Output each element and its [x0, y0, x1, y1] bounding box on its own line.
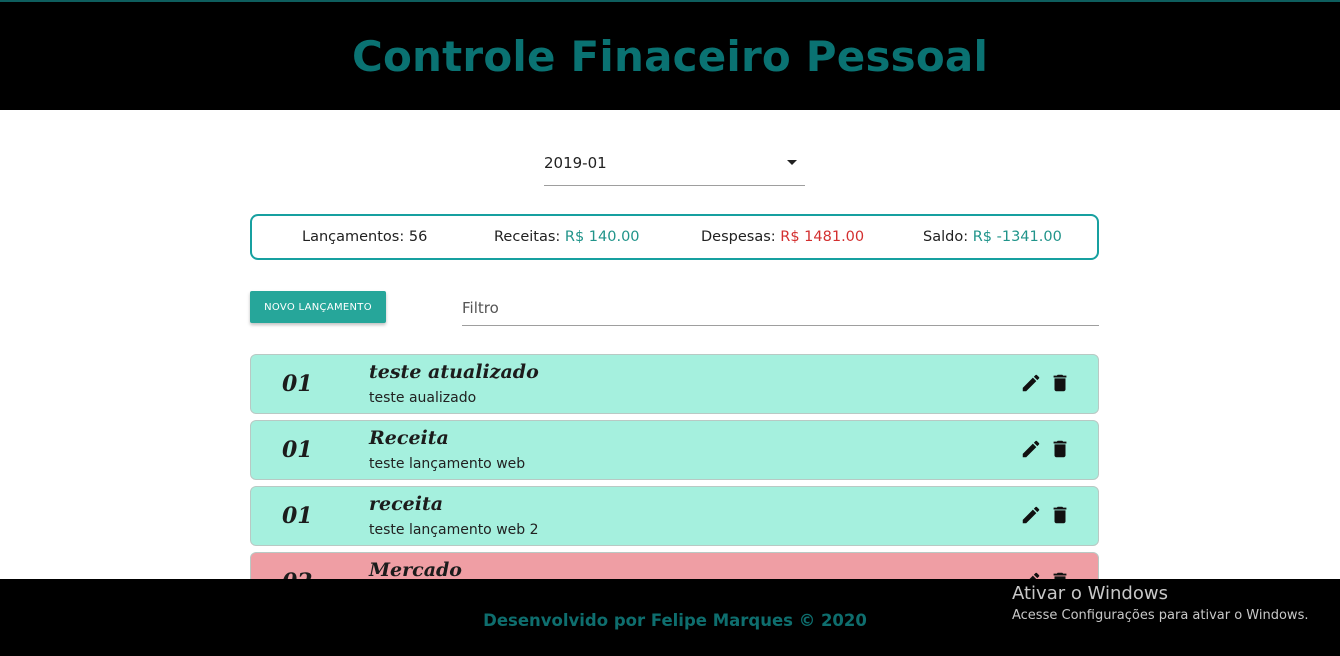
pencil-icon[interactable] — [1020, 372, 1042, 394]
summary-balance: Saldo: R$ -1341.00 — [923, 229, 1062, 245]
summary-expenses: Despesas: R$ 1481.00 — [701, 229, 864, 245]
transaction-description: teste lançamento web — [369, 456, 526, 472]
pencil-icon[interactable] — [1020, 438, 1042, 460]
transaction-day: 01 — [282, 371, 313, 397]
trash-icon[interactable] — [1049, 438, 1071, 460]
new-entry-button[interactable]: Novo lançamento — [250, 291, 386, 323]
filter-input[interactable] — [462, 290, 1099, 326]
summary-panel: Lançamentos: 56 Receitas: R$ 140.00 Desp… — [250, 214, 1099, 260]
summary-entries-value: 56 — [408, 229, 428, 245]
summary-expenses-value: R$ 1481.00 — [780, 229, 865, 245]
transaction-row: 01 teste atualizado teste aualizado — [250, 354, 1099, 414]
transaction-day: 01 — [282, 437, 313, 463]
watermark-subtitle: Acesse Configurações para ativar o Windo… — [1012, 608, 1309, 623]
summary-entries: Lançamentos: 56 — [302, 229, 427, 245]
app-header: Controle Finaceiro Pessoal — [0, 0, 1340, 110]
transaction-category: teste atualizado — [369, 361, 539, 383]
trash-icon[interactable] — [1049, 372, 1071, 394]
windows-activation-watermark: Ativar o Windows Acesse Configurações pa… — [1012, 583, 1308, 623]
transaction-category: Mercado — [369, 559, 462, 581]
summary-income-value: R$ 140.00 — [564, 229, 640, 245]
summary-balance-value: R$ -1341.00 — [972, 229, 1062, 245]
transaction-row: 01 Receita teste lançamento web — [250, 420, 1099, 480]
trash-icon[interactable] — [1049, 504, 1071, 526]
transaction-description: teste aualizado — [369, 390, 477, 406]
transaction-day: 01 — [282, 503, 313, 529]
period-select-value: 2019-01 — [544, 154, 607, 172]
period-select[interactable]: 2019-01 — [544, 146, 805, 186]
transaction-category: Receita — [369, 427, 449, 449]
chevron-down-icon — [787, 160, 797, 165]
summary-income-label: Receitas: — [494, 229, 561, 245]
summary-balance-label: Saldo: — [923, 229, 969, 245]
transaction-description: teste lançamento web 2 — [369, 522, 539, 538]
pencil-icon[interactable] — [1020, 504, 1042, 526]
page-title: Controle Finaceiro Pessoal — [351, 31, 989, 81]
transaction-row: 01 receita teste lançamento web 2 — [250, 486, 1099, 546]
summary-entries-label: Lançamentos: — [302, 229, 405, 245]
transaction-category: receita — [369, 493, 444, 515]
summary-income: Receitas: R$ 140.00 — [494, 229, 640, 245]
watermark-title: Ativar o Windows — [1012, 583, 1168, 604]
summary-expenses-label: Despesas: — [701, 229, 776, 245]
